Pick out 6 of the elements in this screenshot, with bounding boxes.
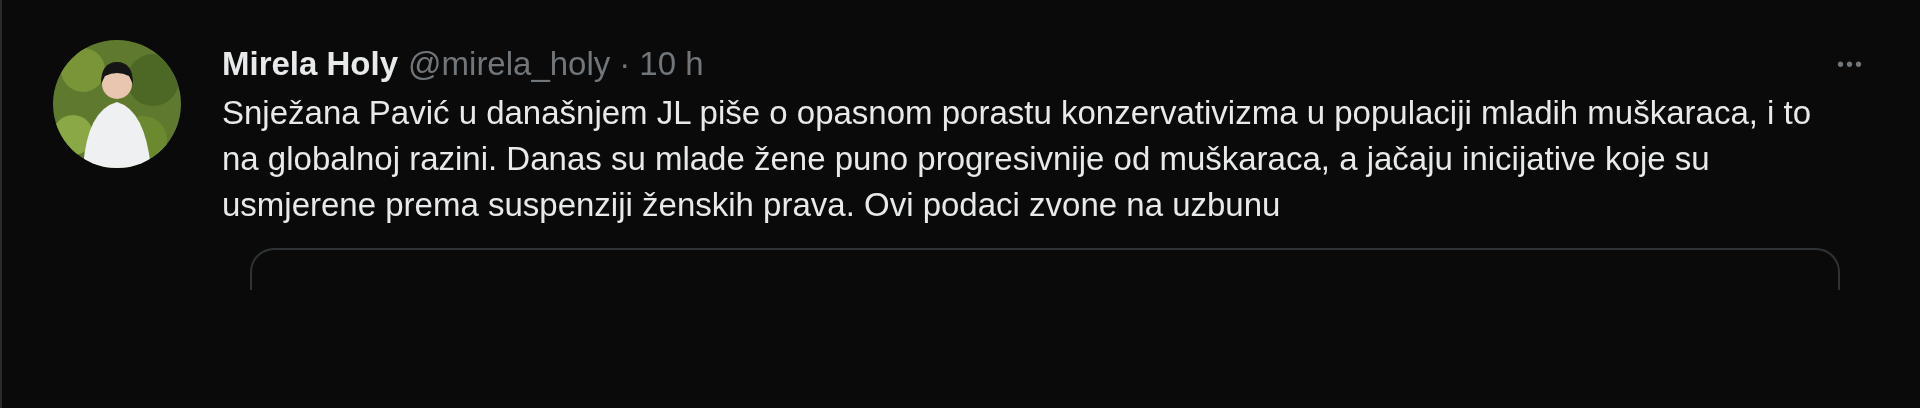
separator-dot: · [619,45,631,83]
more-button[interactable]: ••• [1837,52,1864,76]
tweet-text: Snježana Pavić u današnjem JL piše o opasnom porastu konzervativizma u populaciji mladih muškaraca, i to na globalnoj razini. Danas su mlade žene puno progresivnije od muškaraca, a jačaju inicijative koje su usmjerene prema suspenziji ženskih prava. Ovi podaci zvone na uzbunu [222,93,1812,225]
timestamp[interactable]: 10 h [639,45,704,83]
author-handle[interactable]: @mirela_holy [408,45,611,83]
author-name[interactable]: Mirela Holy [222,45,399,83]
